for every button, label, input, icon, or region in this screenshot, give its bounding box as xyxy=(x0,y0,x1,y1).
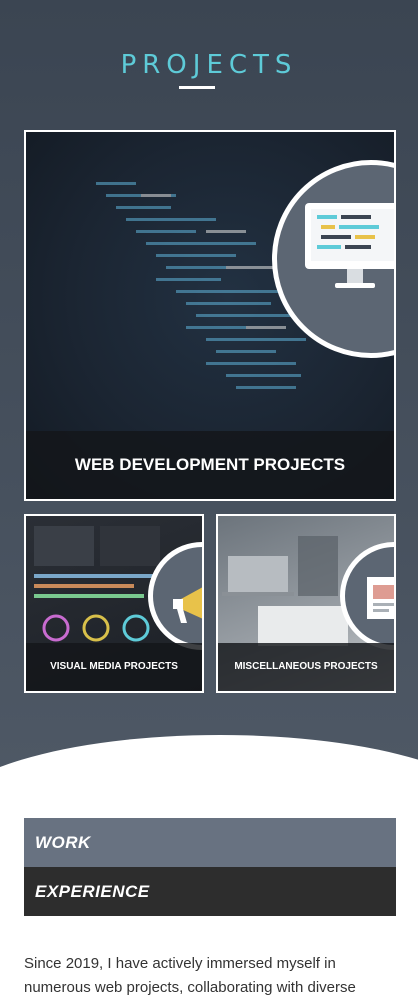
card-caption: MISCELLANEOUS PROJECTS xyxy=(218,643,394,691)
projects-section: PROJECTS WEB DEVELOPMENT PROJECTS VISUAL… xyxy=(0,0,418,770)
card-caption: VISUAL MEDIA PROJECTS xyxy=(26,643,202,691)
work-label: WORK xyxy=(24,818,396,867)
visual-media-card[interactable]: VISUAL MEDIA PROJECTS xyxy=(24,514,204,693)
experience-label: EXPERIENCE xyxy=(24,867,396,916)
section-title: PROJECTS xyxy=(120,50,298,80)
megaphone-icon xyxy=(148,542,202,650)
miscellaneous-card[interactable]: MISCELLANEOUS PROJECTS xyxy=(216,514,396,693)
bio-paragraph: Since 2019, I have actively immersed mys… xyxy=(24,955,356,996)
card-caption: WEB DEVELOPMENT PROJECTS xyxy=(26,431,394,499)
title-underline xyxy=(179,86,215,89)
work-experience-header: WORK EXPERIENCE xyxy=(24,818,396,916)
document-icon xyxy=(340,542,394,650)
web-development-card[interactable]: WEB DEVELOPMENT PROJECTS xyxy=(24,130,396,501)
monitor-code-icon xyxy=(272,160,394,358)
